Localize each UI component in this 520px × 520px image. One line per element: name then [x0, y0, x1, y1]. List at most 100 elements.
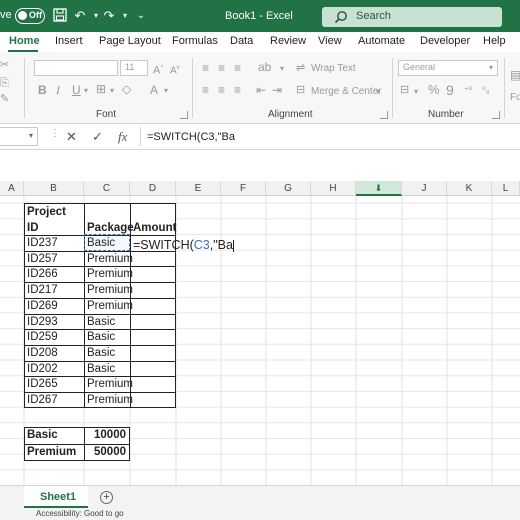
- project-id-cell[interactable]: ID208: [27, 345, 58, 361]
- save-icon[interactable]: [52, 8, 68, 24]
- package-cell[interactable]: Premium: [87, 298, 133, 314]
- increase-decimal-icon[interactable]: ⁺⁰: [464, 83, 472, 97]
- amount-cell[interactable]: [130, 314, 176, 330]
- lookup-label-cell[interactable]: Basic: [27, 427, 58, 443]
- accounting-dropdown-icon[interactable]: ▾: [414, 85, 418, 99]
- column-header-l[interactable]: L: [492, 181, 520, 196]
- align-center-icon[interactable]: ≡: [218, 83, 225, 97]
- editing-cell-formula[interactable]: =SWITCH(C3,"Ba: [133, 237, 234, 253]
- project-id-cell[interactable]: ID269: [27, 298, 58, 314]
- project-id-cell[interactable]: ID267: [27, 392, 58, 408]
- amount-cell[interactable]: [130, 298, 176, 314]
- number-dialog-launcher-icon[interactable]: [492, 111, 500, 119]
- percent-style-icon[interactable]: %: [428, 83, 440, 97]
- package-cell[interactable]: Basic: [87, 314, 115, 330]
- column-header-h[interactable]: H: [311, 181, 356, 196]
- orientation-dropdown-icon[interactable]: ▾: [280, 62, 284, 76]
- column-header-e[interactable]: E: [176, 181, 221, 196]
- column-header-b[interactable]: B: [24, 181, 84, 196]
- amount-cell[interactable]: [130, 282, 176, 298]
- column-header-k[interactable]: K: [447, 181, 492, 196]
- font-color-icon[interactable]: A: [150, 83, 158, 97]
- conditional-format-icon[interactable]: ▤: [510, 68, 520, 82]
- align-right-icon[interactable]: ≡: [234, 83, 241, 97]
- lookup-label-cell[interactable]: Premium: [27, 444, 76, 460]
- decrease-decimal-icon[interactable]: ⁰₀: [482, 83, 489, 97]
- merge-center-button[interactable]: Merge & Center: [311, 86, 382, 97]
- column-header-g[interactable]: G: [266, 181, 311, 196]
- column-header-d[interactable]: D: [130, 181, 176, 196]
- package-cell[interactable]: Premium: [87, 251, 133, 267]
- project-id-cell[interactable]: ID293: [27, 314, 58, 330]
- package-cell[interactable]: Premium: [87, 392, 133, 408]
- amount-cell[interactable]: [130, 251, 176, 267]
- number-format-dropdown[interactable]: General ▾: [398, 60, 498, 76]
- font-color-dropdown-icon[interactable]: ▾: [164, 84, 168, 98]
- column-header-i[interactable]: ⬇: [356, 181, 402, 196]
- redo-icon[interactable]: ↷: [101, 8, 117, 24]
- copy-icon[interactable]: ⎘: [0, 76, 9, 90]
- tab-developer[interactable]: Developer: [420, 35, 470, 47]
- font-name-dropdown[interactable]: [34, 60, 118, 76]
- amount-cell[interactable]: [130, 376, 176, 392]
- add-sheet-button[interactable]: +: [100, 491, 113, 504]
- decrease-font-icon[interactable]: Av: [170, 61, 180, 78]
- amount-cell[interactable]: [130, 329, 176, 345]
- underline-dropdown-icon[interactable]: ▾: [84, 84, 88, 98]
- name-box-dropdown-icon[interactable]: ▾: [29, 131, 33, 140]
- tab-data[interactable]: Data: [230, 35, 253, 47]
- borders-dropdown-icon[interactable]: ▾: [110, 84, 114, 98]
- redo-dropdown-icon[interactable]: ▾: [117, 8, 133, 24]
- orientation-icon[interactable]: ab: [258, 60, 271, 74]
- package-cell[interactable]: Basic: [87, 345, 115, 361]
- cut-icon[interactable]: ✂: [0, 58, 9, 72]
- package-cell[interactable]: Premium: [87, 266, 133, 282]
- tab-insert[interactable]: Insert: [55, 35, 83, 47]
- project-id-cell[interactable]: ID265: [27, 376, 58, 392]
- comma-style-icon[interactable]: 9: [446, 83, 454, 97]
- tab-home[interactable]: Home: [9, 35, 40, 47]
- project-id-cell[interactable]: ID257: [27, 251, 58, 267]
- tab-formulas[interactable]: Formulas: [172, 35, 218, 47]
- align-middle-icon[interactable]: ≡: [218, 61, 225, 75]
- column-header-j[interactable]: J: [402, 181, 447, 196]
- package-cell[interactable]: Basic: [87, 329, 115, 345]
- font-dialog-launcher-icon[interactable]: [180, 111, 188, 119]
- project-id-cell[interactable]: ID237: [27, 235, 58, 251]
- format-painter-icon[interactable]: ✎: [0, 92, 9, 106]
- tab-page-layout[interactable]: Page Layout: [99, 35, 161, 47]
- sheet-tab-sheet1[interactable]: Sheet1: [24, 486, 88, 508]
- column-header-a[interactable]: A: [0, 181, 24, 196]
- project-id-cell[interactable]: ID259: [27, 329, 58, 345]
- enter-icon[interactable]: ✓: [92, 129, 103, 145]
- align-bottom-icon[interactable]: ≡: [234, 61, 241, 75]
- lookup-value-cell[interactable]: 10000: [84, 427, 126, 443]
- undo-icon[interactable]: ↶: [72, 8, 88, 24]
- increase-indent-icon[interactable]: ⇥: [272, 83, 282, 97]
- amount-cell[interactable]: [130, 266, 176, 282]
- bold-icon[interactable]: B: [38, 83, 47, 97]
- tab-automate[interactable]: Automate: [358, 35, 405, 47]
- name-box[interactable]: ▾: [0, 127, 38, 146]
- package-cell[interactable]: Premium: [87, 282, 133, 298]
- font-size-dropdown[interactable]: 11: [120, 60, 148, 76]
- project-id-cell[interactable]: ID217: [27, 282, 58, 298]
- accounting-format-icon[interactable]: ⊟: [400, 83, 409, 97]
- cancel-icon[interactable]: ✕: [66, 129, 77, 145]
- align-top-icon[interactable]: ≡: [202, 61, 209, 75]
- tab-review[interactable]: Review: [270, 35, 306, 47]
- column-header-f[interactable]: F: [221, 181, 266, 196]
- search-box[interactable]: Search: [322, 7, 502, 27]
- insert-function-icon[interactable]: fx: [118, 129, 127, 145]
- customize-toolbar-icon[interactable]: ⌄: [133, 8, 149, 24]
- wrap-text-button[interactable]: Wrap Text: [311, 63, 356, 74]
- merge-center-icon[interactable]: ⊟: [296, 83, 305, 97]
- tab-help[interactable]: Help: [483, 35, 506, 47]
- formula-bar-options-icon[interactable]: ⋮: [50, 128, 60, 139]
- italic-icon[interactable]: I: [56, 83, 60, 97]
- amount-cell[interactable]: [130, 361, 176, 377]
- project-id-cell[interactable]: ID266: [27, 266, 58, 282]
- alignment-dialog-launcher-icon[interactable]: [380, 111, 388, 119]
- align-left-icon[interactable]: ≡: [202, 83, 209, 97]
- underline-icon[interactable]: U: [72, 83, 81, 97]
